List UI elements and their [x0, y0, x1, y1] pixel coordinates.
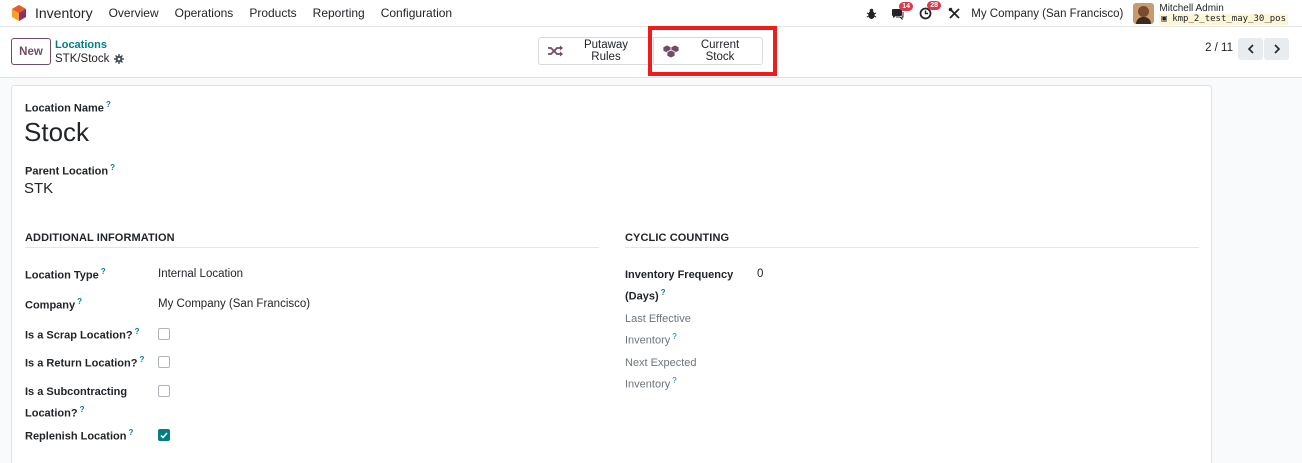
help-icon[interactable]: ?	[106, 100, 111, 109]
activity-badge: 28	[927, 1, 942, 10]
avatar	[1133, 3, 1155, 24]
menu-reporting[interactable]: Reporting	[313, 6, 365, 20]
tools-icon[interactable]	[948, 7, 961, 20]
help-icon[interactable]: ?	[128, 428, 133, 437]
help-icon[interactable]: ?	[661, 288, 666, 297]
messages-badge: 14	[899, 1, 914, 11]
section-divider	[25, 247, 599, 248]
location-type-field[interactable]: Internal Location	[158, 268, 243, 280]
replenish-location-label: Replenish Location?	[25, 428, 134, 443]
menu-operations[interactable]: Operations	[175, 6, 234, 20]
bug-icon[interactable]	[866, 8, 877, 20]
pager-next-button[interactable]	[1264, 38, 1289, 60]
main-menu: Overview Operations Products Reporting C…	[101, 6, 461, 20]
checkmark-icon	[160, 432, 168, 439]
systray: 14 28 My Company (San Francisco) Mitchel…	[852, 0, 1288, 27]
chevron-right-icon	[1273, 44, 1280, 54]
menu-configuration[interactable]: Configuration	[381, 6, 452, 20]
database-icon: ▣	[1161, 13, 1173, 24]
database-name: ▣ kmp_2_test_may_30_pos	[1159, 13, 1288, 25]
location-name-label: Location Name?	[25, 100, 111, 115]
location-type-label: Location Type?	[25, 267, 106, 282]
putaway-rules-button[interactable]: Putaway Rules	[538, 37, 651, 65]
record-name: STK/Stock	[55, 53, 110, 65]
help-icon[interactable]: ?	[101, 267, 106, 276]
cyclic-counting-title: CYCLIC COUNTING	[625, 232, 730, 244]
inventory-app-icon[interactable]	[9, 3, 29, 23]
scrap-location-checkbox[interactable]	[158, 328, 170, 340]
location-name-field[interactable]: Stock	[24, 117, 89, 148]
menu-products[interactable]: Products	[249, 6, 296, 20]
app-name[interactable]: Inventory	[35, 5, 93, 21]
subcontracting-location-checkbox[interactable]	[158, 385, 170, 397]
menu-overview[interactable]: Overview	[109, 6, 159, 20]
return-location-label: Is a Return Location??	[25, 355, 145, 370]
help-icon[interactable]: ?	[135, 327, 140, 336]
company-field[interactable]: My Company (San Francisco)	[158, 298, 310, 310]
pager-value[interactable]: 2 / 11	[1205, 42, 1233, 54]
shuffle-icon	[547, 45, 563, 57]
user-menu[interactable]: Mitchell Admin ▣ kmp_2_test_may_30_pos	[1133, 3, 1288, 25]
help-icon[interactable]: ?	[139, 355, 144, 364]
help-icon[interactable]: ?	[672, 376, 676, 385]
parent-location-label: Parent Location?	[25, 163, 116, 178]
company-label: Company?	[25, 297, 83, 312]
top-navbar: Inventory Overview Operations Products R…	[0, 0, 1302, 27]
scrap-location-label: Is a Scrap Location??	[25, 327, 140, 342]
new-button[interactable]: New	[11, 38, 51, 65]
help-icon[interactable]: ?	[672, 332, 676, 341]
help-icon[interactable]: ?	[80, 405, 85, 414]
last-effective-inventory-label: Last Effective Inventory?	[625, 313, 691, 347]
next-expected-inventory-label: Next Expected Inventory?	[625, 357, 697, 391]
pager-previous-button[interactable]	[1238, 38, 1263, 60]
inventory-frequency-field[interactable]: 0	[757, 268, 763, 280]
putaway-rules-label: Putaway Rules	[583, 39, 629, 63]
help-icon[interactable]: ?	[110, 163, 115, 172]
return-location-checkbox[interactable]	[158, 356, 170, 368]
help-icon[interactable]: ?	[77, 297, 82, 306]
additional-info-title: ADDITIONAL INFORMATION	[25, 232, 175, 244]
user-name: Mitchell Admin	[1159, 2, 1224, 14]
inventory-frequency-label: Inventory Frequency (Days)?	[625, 269, 734, 303]
messages-icon[interactable]: 14	[891, 1, 914, 20]
current-stock-highlight	[648, 26, 777, 76]
breadcrumb-current: STK/Stock	[55, 52, 125, 66]
chevron-left-icon	[1247, 44, 1254, 54]
company-switcher[interactable]: My Company (San Francisco)	[971, 8, 1123, 20]
section-divider	[625, 247, 1199, 248]
parent-location-field[interactable]: STK	[24, 180, 53, 197]
subcontracting-location-label: Is a Subcontracting Location??	[25, 386, 128, 420]
replenish-location-checkbox[interactable]	[158, 429, 170, 441]
gear-icon[interactable]	[114, 54, 125, 64]
activity-clock-icon[interactable]: 28	[919, 1, 942, 20]
form-sheet: Location Name? Stock Parent Location? ST…	[11, 85, 1212, 463]
breadcrumb-locations-link[interactable]: Locations	[55, 38, 124, 52]
breadcrumb: Locations STK/Stock	[55, 38, 125, 66]
